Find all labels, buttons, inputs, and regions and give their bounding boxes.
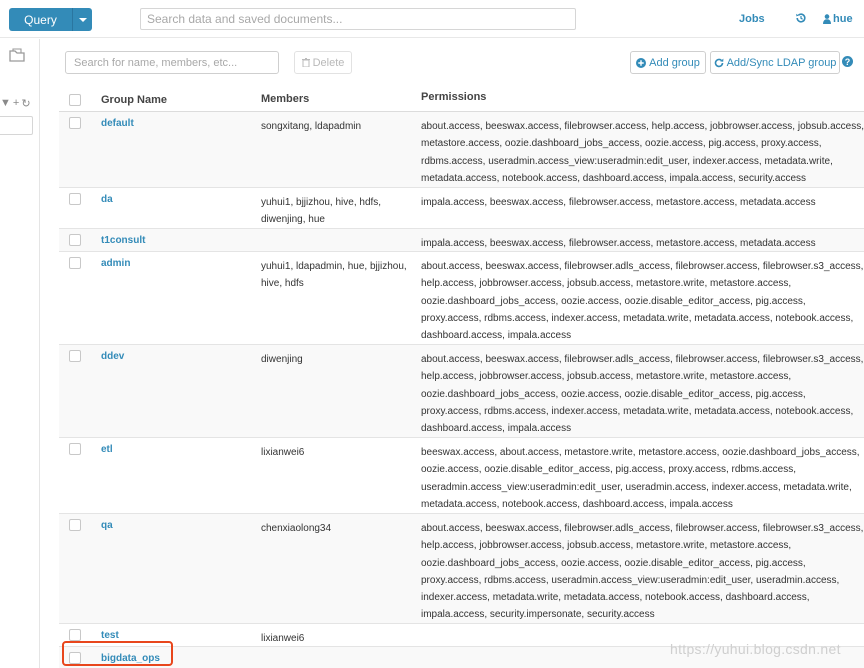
add-group-label: Add group (649, 56, 700, 69)
group-permissions: impala.access, beeswax.access, filebrows… (421, 197, 816, 208)
row-checkbox[interactable] (69, 193, 81, 205)
table-row: ddev diwenjing about.access, beeswax.acc… (59, 345, 864, 438)
group-members: chenxiaolong34 (261, 523, 332, 534)
sync-ldap-group-button[interactable]: Add/Sync LDAP group (710, 51, 840, 74)
group-name-link[interactable]: qa (101, 514, 261, 623)
table-row: da yuhui1, bjjizhou, hive, hdfs, diwenji… (59, 188, 864, 229)
group-members: songxitang, ldapadmin (261, 121, 362, 132)
row-checkbox-cell (59, 514, 101, 623)
group-permissions: impala.access, beeswax.access, filebrows… (421, 238, 816, 249)
group-members: yuhui1, ldapadmin, hue, bjjizhou, hive, … (261, 261, 407, 290)
header-checkbox-cell (59, 93, 101, 106)
table-row: t1consult impala.access, beeswax.access,… (59, 229, 864, 252)
group-members: lixianwei6 (261, 447, 305, 458)
query-button-label[interactable]: Query (9, 8, 73, 31)
group-name-link[interactable]: default (101, 112, 261, 187)
row-checkbox[interactable] (69, 350, 81, 362)
delete-button[interactable]: Delete (294, 51, 352, 74)
row-checkbox-cell (59, 188, 101, 228)
select-all-checkbox[interactable] (69, 93, 81, 106)
sidebar-filter-input[interactable] (0, 116, 33, 135)
group-name-link[interactable]: ddev (101, 345, 261, 437)
user-name[interactable]: hue (833, 13, 853, 25)
group-members: lixianwei6 (261, 633, 305, 644)
help-icon[interactable]: ? (842, 56, 853, 67)
jobs-link[interactable]: Jobs (739, 13, 765, 25)
refresh-icon[interactable]: ↻ (21, 97, 30, 110)
highlight-box (62, 641, 173, 666)
header-permissions[interactable]: Permissions (421, 89, 864, 110)
history-icon[interactable] (795, 12, 807, 24)
table-header: Group Name Members Permissions (59, 88, 864, 112)
assist-panel-icon[interactable] (8, 47, 26, 63)
trash-icon (301, 58, 310, 67)
group-members (261, 647, 421, 668)
row-checkbox-cell (59, 229, 101, 251)
sync-ldap-label: Add/Sync LDAP group (726, 56, 837, 69)
group-members (261, 229, 421, 251)
row-checkbox-cell (59, 112, 101, 187)
group-permissions: beeswax.access, about.access, metastore.… (421, 447, 860, 510)
row-checkbox-cell (59, 252, 101, 344)
table-row: qa chenxiaolong34 about.access, beeswax.… (59, 514, 864, 624)
row-checkbox[interactable] (69, 234, 81, 246)
filter-icon[interactable]: ▼ (0, 97, 11, 110)
group-search-input[interactable] (65, 51, 279, 74)
table-row: admin yuhui1, ldapadmin, hue, bjjizhou, … (59, 252, 864, 345)
header-group-name[interactable]: Group Name (101, 94, 261, 106)
row-checkbox[interactable] (69, 519, 81, 531)
query-button[interactable]: Query (9, 8, 92, 31)
user-icon (823, 14, 831, 24)
group-name-link[interactable]: etl (101, 438, 261, 513)
group-members: yuhui1, bjjizhou, hive, hdfs, diwenjing,… (261, 197, 382, 226)
row-checkbox-cell (59, 438, 101, 513)
table-row: default songxitang, ldapadmin about.acce… (59, 112, 864, 188)
group-name-link[interactable]: admin (101, 252, 261, 344)
table-row: etl lixianwei6 beeswax.access, about.acc… (59, 438, 864, 514)
watermark-text: https://yuhui.blog.csdn.net (670, 641, 841, 657)
query-dropdown-toggle[interactable] (73, 8, 92, 31)
group-permissions: about.access, beeswax.access, filebrowse… (421, 354, 864, 435)
user-menu[interactable]: hue (823, 13, 853, 25)
row-checkbox[interactable] (69, 117, 81, 129)
group-permissions: about.access, beeswax.access, filebrowse… (421, 261, 864, 342)
groups-table: Group Name Members Permissions default s… (59, 88, 864, 668)
sidebar-tools: ▼ + ↻ (0, 97, 31, 110)
group-members: diwenjing (261, 354, 303, 365)
top-bar: Query Jobs hue (0, 0, 864, 38)
table-body: default songxitang, ldapadmin about.acce… (59, 112, 864, 668)
left-sidebar: ▼ + ↻ (0, 39, 40, 668)
add-icon[interactable]: + (13, 97, 19, 110)
row-checkbox[interactable] (69, 629, 81, 641)
delete-button-label: Delete (312, 56, 345, 69)
group-permissions: about.access, beeswax.access, filebrowse… (421, 121, 864, 184)
add-group-button[interactable]: Add group (630, 51, 706, 74)
group-name-link[interactable]: da (101, 188, 261, 228)
plus-circle-icon (636, 57, 647, 68)
row-checkbox[interactable] (69, 443, 81, 455)
group-permissions: about.access, beeswax.access, filebrowse… (421, 523, 864, 621)
refresh-icon (714, 58, 723, 67)
caret-down-icon (78, 17, 87, 22)
global-search-input[interactable] (140, 8, 576, 30)
header-members[interactable]: Members (261, 91, 421, 108)
group-name-link[interactable]: t1consult (101, 229, 261, 251)
row-checkbox[interactable] (69, 257, 81, 269)
row-checkbox-cell (59, 345, 101, 437)
